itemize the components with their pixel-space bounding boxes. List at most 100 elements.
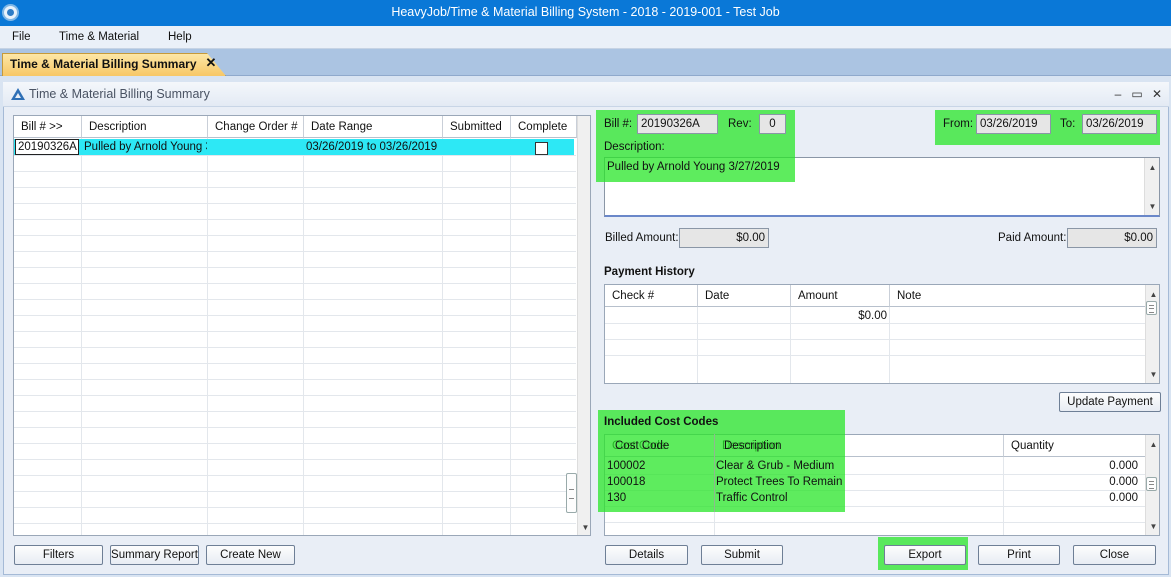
row-divider (14, 379, 576, 380)
row-divider (14, 491, 576, 492)
to-date-field[interactable]: 03/26/2019 (1082, 114, 1157, 134)
scroll-up-icon[interactable]: ▲ (1146, 437, 1159, 452)
panel-title-bar: Time & Material Billing Summary (3, 82, 1169, 107)
menu-help[interactable]: Help (168, 31, 192, 43)
payment-amount-cell[interactable]: $0.00 (791, 308, 890, 324)
row-divider (14, 523, 576, 524)
column-divider (1003, 457, 1004, 535)
tab-billing-summary[interactable]: Time & Material Billing Summary (2, 53, 226, 76)
bill-number-field[interactable]: 20190326A (637, 114, 718, 134)
bills-grid[interactable]: Bill # >> Description Change Order # Dat… (13, 115, 591, 536)
panel-title: Time & Material Billing Summary (29, 87, 210, 101)
close-button[interactable]: Close (1073, 545, 1156, 565)
rev-label: Rev: (728, 118, 752, 130)
scroll-thumb[interactable] (1146, 477, 1157, 491)
print-button[interactable]: Print (978, 545, 1060, 565)
submit-button[interactable]: Submit (701, 545, 783, 565)
col-header-bill[interactable]: Bill # >> (14, 116, 82, 138)
scroll-thumb[interactable] (1146, 301, 1157, 315)
create-new-button[interactable]: Create New (206, 545, 295, 565)
app-icon[interactable] (2, 4, 19, 21)
row-divider (14, 235, 576, 236)
row-divider (14, 171, 576, 172)
column-divider (442, 138, 443, 535)
panel-close-icon[interactable]: ✕ (1150, 86, 1164, 102)
scroll-up-icon[interactable]: ▲ (1146, 287, 1159, 302)
from-date-field[interactable]: 03/26/2019 (976, 114, 1051, 134)
row-divider (14, 267, 576, 268)
paid-amount-label: Paid Amount: (998, 232, 1067, 244)
menu-file[interactable]: File (12, 31, 31, 43)
row-divider (14, 443, 576, 444)
filters-button[interactable]: Filters (14, 545, 103, 565)
col-header-date[interactable]: Date (698, 285, 791, 307)
details-button[interactable]: Details (605, 545, 688, 565)
scroll-down-icon[interactable]: ▼ (1146, 519, 1159, 534)
menu-time-material[interactable]: Time & Material (59, 31, 139, 43)
col-header-date-range[interactable]: Date Range (304, 116, 443, 138)
paid-amount-field: $0.00 (1067, 228, 1157, 248)
col-header-check[interactable]: Check # (605, 285, 698, 307)
cc-header-cost-code-text[interactable]: Cost Code (615, 440, 669, 452)
payment-history-grid[interactable]: Check # Date Amount Note $0.00 ▲ ▼ (604, 284, 1160, 384)
column-divider (697, 307, 698, 383)
column-divider (510, 138, 511, 535)
col-header-amount[interactable]: Amount (791, 285, 890, 307)
row-divider (14, 475, 576, 476)
row-divider (14, 187, 576, 188)
col-header-complete[interactable]: Complete (511, 116, 577, 138)
description-scrollbar[interactable]: ▲ ▼ (1144, 158, 1159, 215)
row-divider (14, 299, 576, 300)
quantity-cell[interactable]: 0.000 (1075, 460, 1138, 472)
col-header-note[interactable]: Note (890, 285, 1146, 307)
tab-label: Time & Material Billing Summary (10, 57, 197, 71)
scroll-down-icon[interactable]: ▼ (578, 520, 590, 535)
row-divider (14, 347, 576, 348)
from-label: From: (943, 118, 974, 130)
payment-grid-scrollbar[interactable]: ▲ ▼ (1145, 285, 1159, 383)
to-label: To: (1060, 118, 1076, 130)
restore-icon[interactable]: ▭ (1130, 86, 1144, 102)
col-header-change-order[interactable]: Change Order # (208, 116, 304, 138)
cc-description-cell[interactable]: Traffic Control (716, 492, 788, 504)
row-divider (605, 355, 1145, 356)
row-divider (14, 427, 576, 428)
export-button[interactable]: Export (884, 545, 966, 565)
cc-description-cell[interactable]: Clear & Grub - Medium (716, 460, 834, 472)
cc-header-description-text[interactable]: Description (724, 440, 782, 452)
billed-amount-label: Billed Amount: (605, 232, 679, 244)
quantity-cell[interactable]: 0.000 (1075, 492, 1138, 504)
bills-grid-scrollbar[interactable]: ▼ (577, 116, 590, 535)
column-divider (303, 138, 304, 535)
minimize-icon[interactable]: – (1111, 86, 1125, 102)
scroll-down-icon[interactable]: ▼ (1146, 367, 1159, 382)
description-text[interactable]: Pulled by Arnold Young 3/27/2019 (607, 161, 780, 173)
date-range-cell[interactable]: 03/26/2019 to 03/26/2019 (304, 139, 442, 155)
cost-code-cell[interactable]: 100002 (607, 460, 645, 472)
bill-number-cell[interactable]: 20190326A (15, 139, 79, 155)
rev-field[interactable]: 0 (759, 114, 786, 134)
col-header-quantity[interactable]: Quantity (1004, 435, 1146, 457)
row-divider (14, 411, 576, 412)
row-divider (14, 315, 576, 316)
col-header-description[interactable]: Description (82, 116, 208, 138)
tab-close-icon[interactable]: ✕ (203, 55, 219, 71)
cc-description-cell[interactable]: Protect Trees To Remain (716, 476, 842, 488)
row-divider (14, 203, 576, 204)
row-divider (14, 507, 576, 508)
scroll-thumb[interactable] (566, 473, 577, 513)
row-divider (14, 283, 576, 284)
update-payment-button[interactable]: Update Payment (1059, 392, 1161, 412)
scroll-down-icon[interactable]: ▼ (1145, 199, 1160, 214)
submitted-cell[interactable] (443, 139, 510, 155)
col-header-submitted[interactable]: Submitted (443, 116, 511, 138)
complete-checkbox[interactable] (535, 142, 548, 155)
quantity-cell[interactable]: 0.000 (1075, 476, 1138, 488)
payment-history-title: Payment History (604, 266, 695, 278)
cost-code-cell[interactable]: 100018 (607, 476, 645, 488)
summary-report-button[interactable]: Summary Report (110, 545, 199, 565)
scroll-up-icon[interactable]: ▲ (1145, 160, 1160, 175)
cost-code-cell[interactable]: 130 (607, 492, 626, 504)
change-order-cell[interactable] (208, 139, 303, 155)
description-cell[interactable]: Pulled by Arnold Young 3/ (82, 139, 207, 155)
